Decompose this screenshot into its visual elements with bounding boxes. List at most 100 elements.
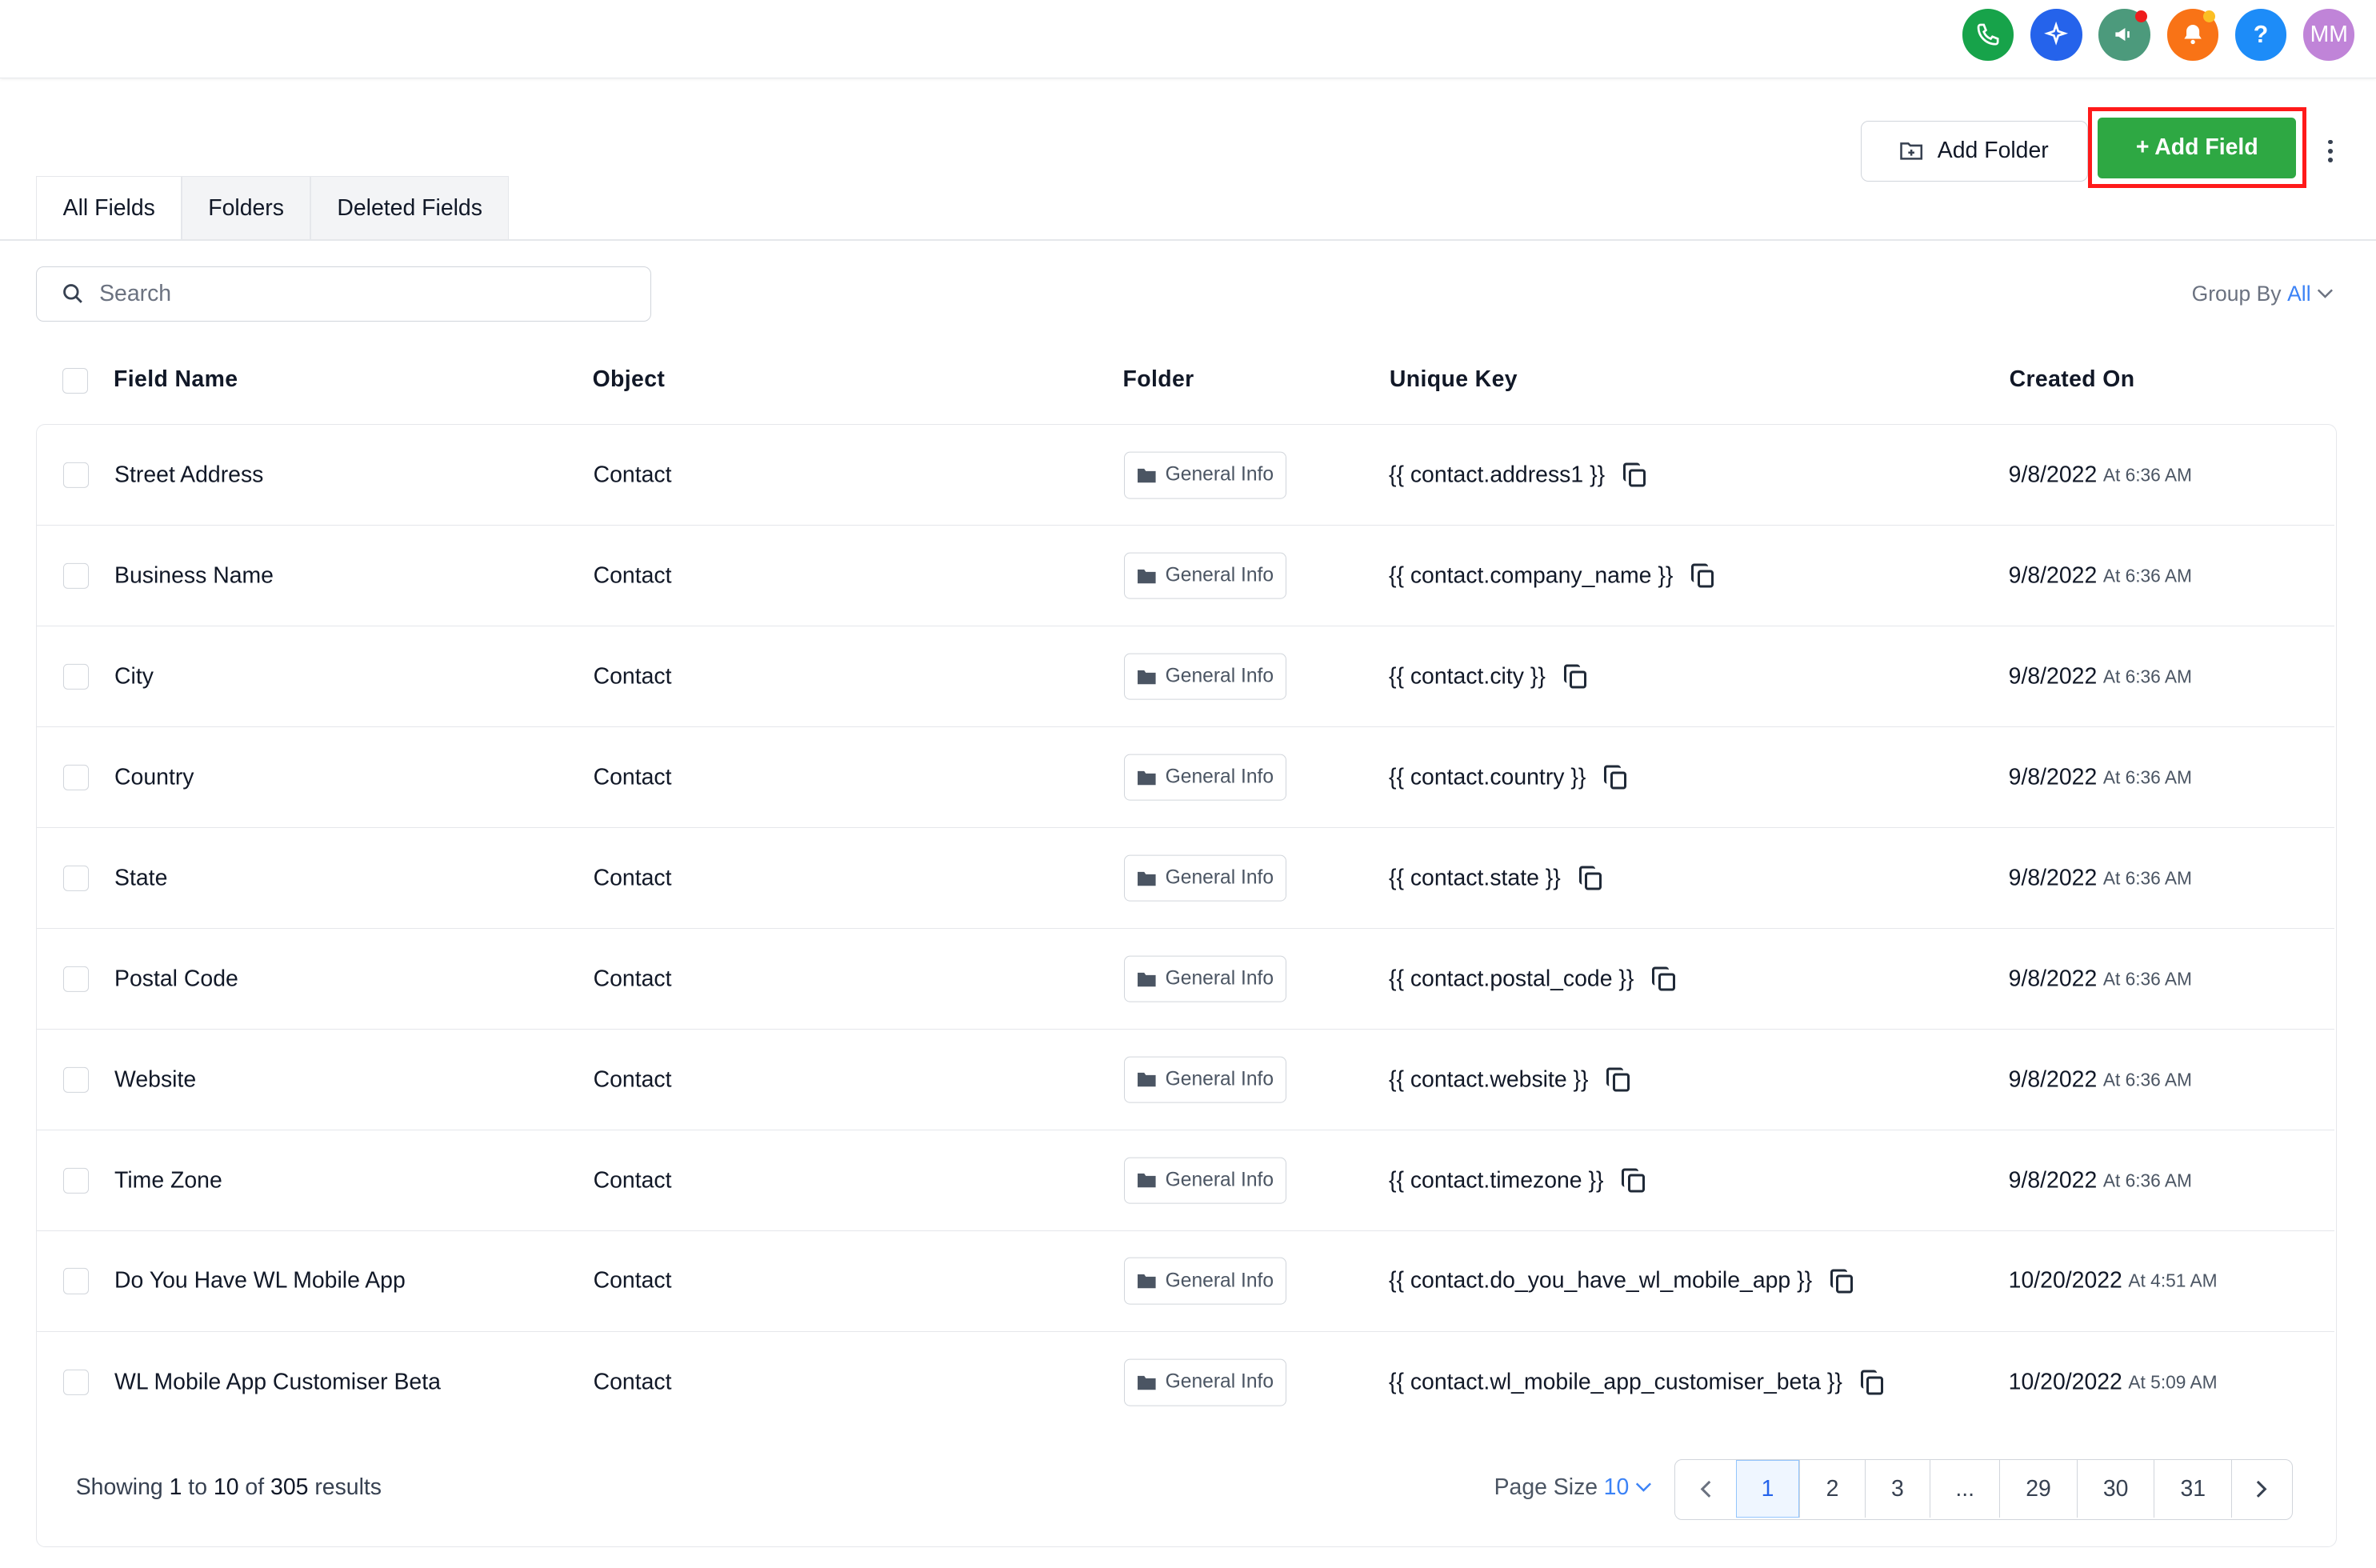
sparkle-icon[interactable]: [2030, 9, 2082, 61]
page-button[interactable]: 2: [1799, 1460, 1864, 1518]
copy-icon[interactable]: [1622, 1168, 1646, 1193]
copy-icon[interactable]: [1563, 664, 1588, 689]
table-row[interactable]: City Contact General Info {{ contact.cit…: [37, 626, 2334, 728]
tab-folders[interactable]: Folders: [182, 175, 311, 242]
add-folder-button[interactable]: Add Folder: [1860, 120, 2088, 182]
tab-all-fields[interactable]: All Fields: [36, 175, 182, 242]
page-button[interactable]: 29: [1999, 1460, 2077, 1518]
field-name-cell[interactable]: Street Address: [114, 462, 263, 488]
column-unique-key[interactable]: Unique Key: [1390, 366, 1518, 393]
page-size-value: 10: [1603, 1474, 1630, 1500]
copy-icon[interactable]: [1604, 765, 1628, 790]
row-checkbox[interactable]: [62, 966, 89, 992]
column-created-on[interactable]: Created On: [2010, 366, 2135, 393]
copy-icon[interactable]: [1691, 563, 1715, 588]
folder-chip[interactable]: General Info: [1123, 754, 1287, 802]
table-row[interactable]: WL Mobile App Customiser Beta Contact Ge…: [37, 1332, 2334, 1433]
created-on-cell: 9/8/2022 At 6:36 AM: [2009, 966, 2192, 992]
notification-dot: [2134, 10, 2147, 23]
unique-key-cell: {{ contact.state }}: [1389, 865, 1603, 891]
field-name-cell[interactable]: Business Name: [114, 562, 274, 589]
page-button[interactable]: 1: [1735, 1460, 1800, 1518]
field-name-cell[interactable]: Time Zone: [114, 1167, 222, 1194]
row-checkbox[interactable]: [62, 865, 89, 891]
created-date: 9/8/2022: [2008, 462, 2098, 488]
created-on-cell: 9/8/2022 At 6:36 AM: [2009, 865, 2192, 891]
row-checkbox[interactable]: [62, 462, 89, 488]
field-name-cell[interactable]: City: [114, 663, 154, 690]
table-row[interactable]: Street Address Contact General Info {{ c…: [37, 425, 2334, 526]
bell-icon[interactable]: [2166, 9, 2218, 61]
row-checkbox[interactable]: [62, 1369, 89, 1396]
field-name-cell[interactable]: Do You Have WL Mobile App: [114, 1268, 406, 1294]
unique-key-cell: {{ contact.timezone }}: [1389, 1167, 1646, 1194]
row-checkbox[interactable]: [62, 1167, 89, 1194]
column-field-name[interactable]: Field Name: [114, 366, 238, 393]
created-time: At 6:36 AM: [2102, 968, 2192, 990]
page-size-dropdown[interactable]: Page Size 10: [1494, 1474, 1652, 1501]
page-button[interactable]: 3: [1864, 1460, 1930, 1518]
table-row[interactable]: Country Contact General Info {{ contact.…: [37, 727, 2334, 829]
folder-chip[interactable]: General Info: [1123, 1258, 1287, 1305]
folder-chip-label: General Info: [1165, 1068, 1274, 1090]
field-name-cell[interactable]: State: [114, 865, 167, 891]
add-folder-label: Add Folder: [1937, 138, 2049, 164]
more-options-icon[interactable]: [2315, 139, 2346, 162]
copy-icon[interactable]: [1652, 966, 1676, 991]
table-row[interactable]: Time Zone Contact General Info {{ contac…: [37, 1130, 2334, 1231]
folder-chip[interactable]: General Info: [1123, 552, 1287, 600]
chevron-left-icon: [1700, 1480, 1711, 1498]
field-name-cell[interactable]: Country: [114, 764, 194, 790]
select-all-checkbox[interactable]: [62, 368, 88, 394]
row-checkbox[interactable]: [62, 764, 89, 790]
row-checkbox[interactable]: [62, 1066, 89, 1093]
avatar[interactable]: MM: [2303, 9, 2355, 61]
folder-chip[interactable]: General Info: [1123, 955, 1287, 1002]
copy-icon[interactable]: [1578, 866, 1603, 890]
row-checkbox[interactable]: [62, 663, 89, 690]
folder-chip[interactable]: General Info: [1123, 1157, 1287, 1204]
page-button[interactable]: 30: [2076, 1460, 2154, 1518]
next-page-button[interactable]: [2231, 1460, 2292, 1518]
column-object[interactable]: Object: [593, 366, 666, 393]
created-on-cell: 9/8/2022 At 6:36 AM: [2009, 764, 2192, 790]
table-row[interactable]: Do You Have WL Mobile App Contact Genera…: [37, 1231, 2334, 1332]
folder-chip[interactable]: General Info: [1123, 1358, 1287, 1406]
prev-page-button[interactable]: [1675, 1460, 1736, 1518]
page-button[interactable]: 31: [2154, 1460, 2231, 1518]
folder-icon: [1137, 770, 1156, 785]
field-name-cell[interactable]: Postal Code: [114, 966, 238, 992]
copy-icon[interactable]: [1622, 462, 1647, 487]
column-folder[interactable]: Folder: [1123, 366, 1194, 393]
row-checkbox[interactable]: [62, 1268, 89, 1294]
folder-chip[interactable]: General Info: [1123, 854, 1287, 902]
help-icon[interactable]: ?: [2234, 9, 2287, 61]
row-checkbox[interactable]: [62, 562, 89, 589]
add-field-button[interactable]: + Add Field: [2098, 118, 2297, 178]
unique-key-cell: {{ contact.company_name }}: [1389, 562, 1715, 589]
unique-key-text: {{ contact.postal_code }}: [1388, 966, 1634, 992]
object-cell: Contact: [593, 663, 672, 690]
group-by-dropdown[interactable]: Group By All: [2192, 282, 2334, 306]
folder-chip[interactable]: General Info: [1123, 1056, 1287, 1103]
search-input[interactable]: [99, 280, 600, 307]
unique-key-text: {{ contact.state }}: [1388, 865, 1561, 891]
megaphone-icon[interactable]: [2098, 9, 2150, 61]
phone-icon[interactable]: [1962, 9, 2014, 61]
table-row[interactable]: Website Contact General Info {{ contact.…: [37, 1030, 2334, 1131]
tab-deleted-fields[interactable]: Deleted Fields: [310, 175, 510, 242]
folder-cell: General Info: [1123, 552, 1287, 600]
field-name-cell[interactable]: WL Mobile App Customiser Beta: [114, 1369, 441, 1395]
copy-icon[interactable]: [1606, 1067, 1630, 1092]
folder-chip-label: General Info: [1165, 967, 1274, 990]
table-row[interactable]: State Contact General Info {{ contact.st…: [37, 828, 2334, 930]
object-cell: Contact: [593, 966, 672, 992]
table-row[interactable]: Postal Code Contact General Info {{ cont…: [37, 929, 2334, 1030]
copy-icon[interactable]: [1860, 1370, 1885, 1395]
field-name-cell[interactable]: Website: [114, 1066, 196, 1093]
folder-chip[interactable]: General Info: [1123, 653, 1287, 701]
copy-icon[interactable]: [1830, 1269, 1854, 1294]
created-date: 9/8/2022: [2008, 562, 2098, 589]
folder-chip[interactable]: General Info: [1123, 451, 1287, 499]
table-row[interactable]: Business Name Contact General Info {{ co…: [37, 526, 2334, 627]
